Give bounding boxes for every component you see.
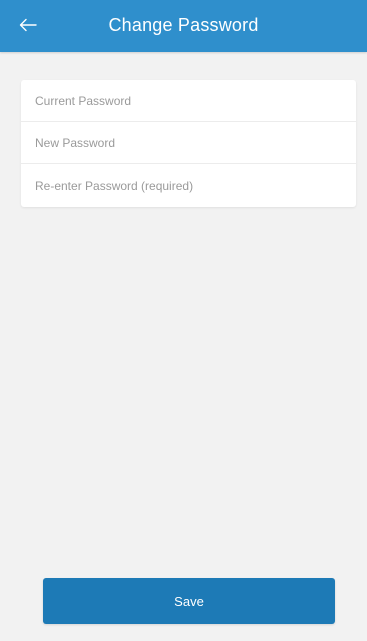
current-password-input[interactable] bbox=[21, 80, 356, 122]
app-bar: Change Password bbox=[0, 0, 367, 52]
confirm-password-input[interactable] bbox=[21, 164, 356, 207]
new-password-input[interactable] bbox=[21, 122, 356, 164]
save-button[interactable]: Save bbox=[43, 578, 335, 624]
back-button[interactable] bbox=[12, 9, 44, 41]
page-title: Change Password bbox=[108, 15, 259, 35]
arrow-left-icon bbox=[19, 18, 37, 32]
password-form-card bbox=[21, 80, 356, 207]
